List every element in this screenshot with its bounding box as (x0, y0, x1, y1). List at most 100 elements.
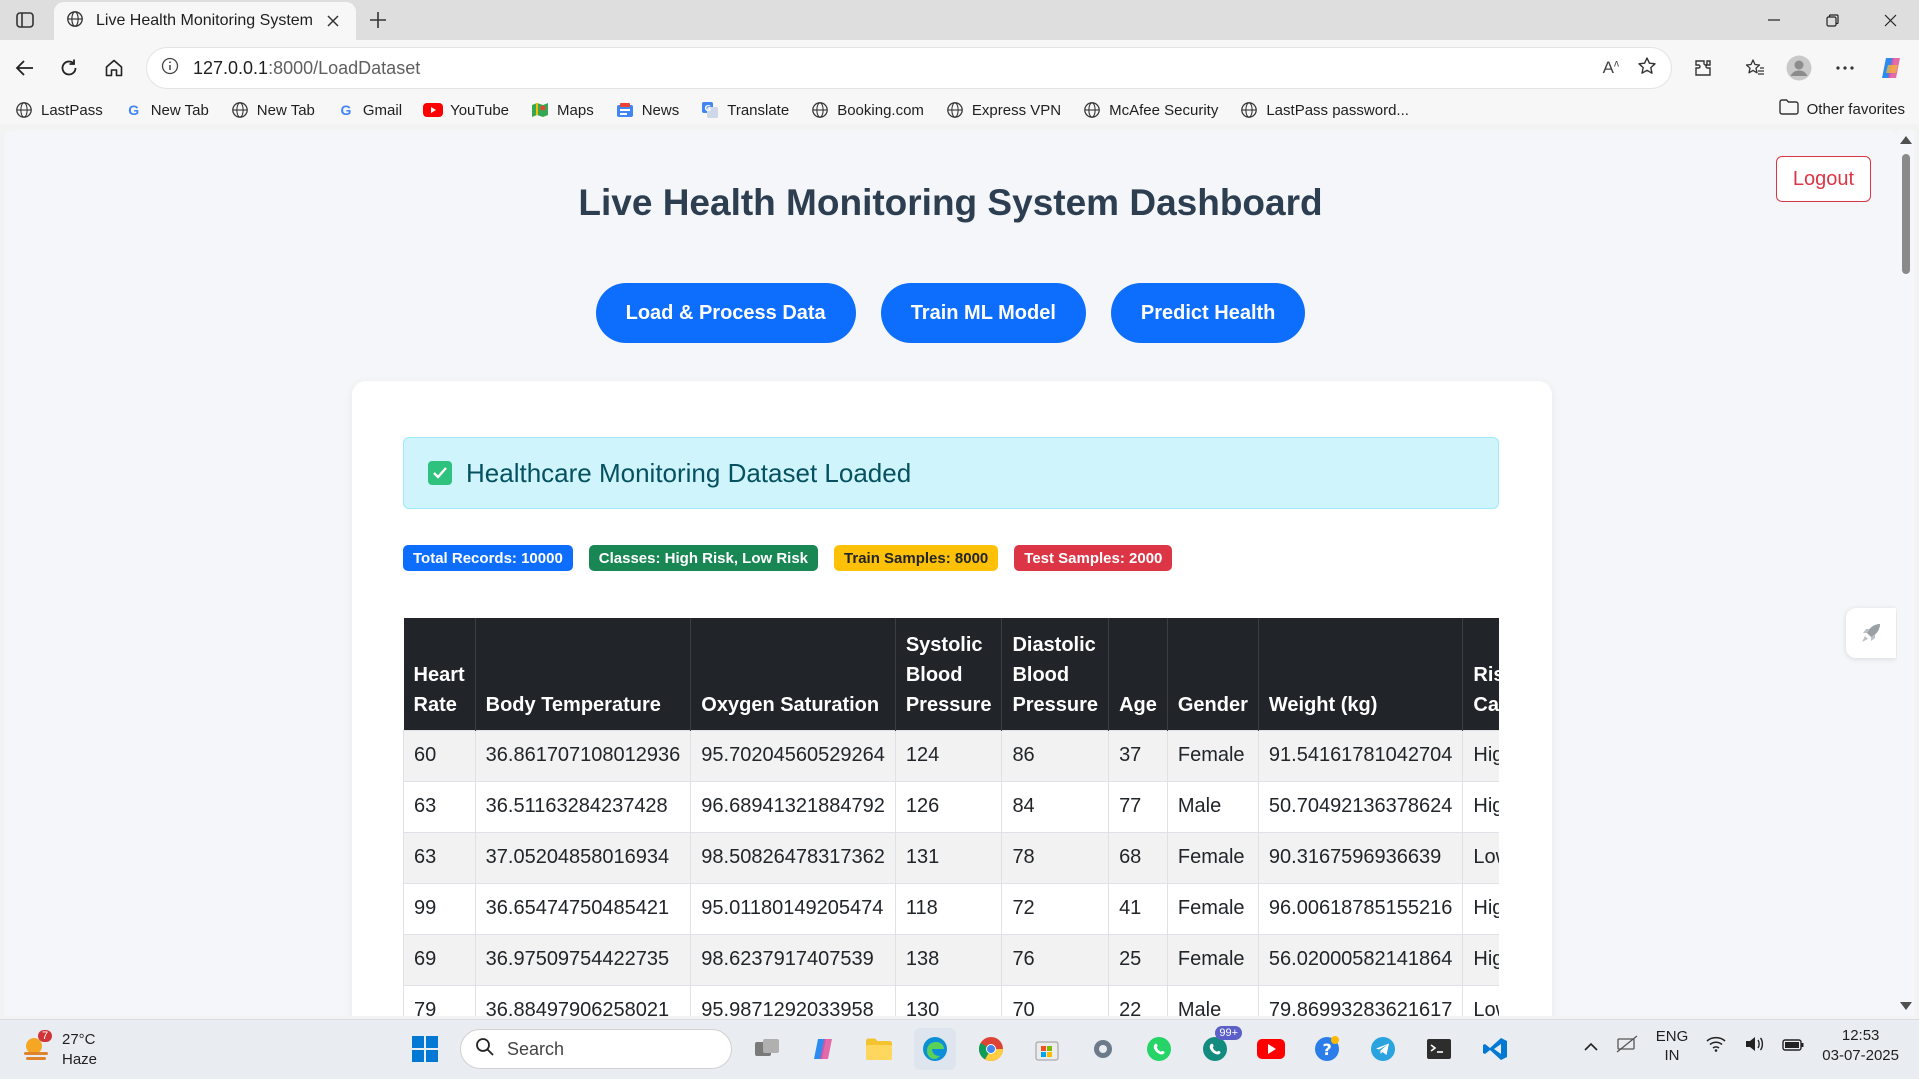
bookmark-youtube[interactable]: YouTube (423, 100, 509, 120)
bookmark-express-vpn[interactable]: Express VPN (945, 100, 1061, 120)
read-aloud-icon[interactable]: Aʌ (1603, 58, 1619, 78)
weather-widget[interactable]: 7 27°C Haze (20, 1030, 97, 1070)
bookmark-lastpass-password[interactable]: LastPass password... (1239, 100, 1409, 120)
task-view-icon[interactable] (746, 1028, 788, 1070)
search-placeholder: Search (507, 1038, 565, 1059)
bookmark-news[interactable]: News (615, 100, 679, 120)
windows-start-icon[interactable] (404, 1028, 446, 1070)
notification-badge: 99+ (1215, 1026, 1242, 1040)
telegram-icon[interactable] (1362, 1028, 1404, 1070)
microsoft-store-icon[interactable] (1026, 1028, 1068, 1070)
favorites-icon[interactable] (1738, 51, 1772, 85)
url-host: 127.0.0.1 (193, 57, 269, 78)
refresh-icon[interactable] (52, 51, 86, 85)
page-viewport: Logout Live Health Monitoring System Das… (4, 130, 1897, 1016)
bookmark-lastpass[interactable]: LastPass (14, 100, 103, 120)
bookmark-label: Maps (557, 101, 594, 119)
help-icon[interactable]: ? (1306, 1028, 1348, 1070)
column-header: Risk Category (1462, 618, 1499, 730)
table-row: 99 36.65474750485421 95.01180149205474 118 7… (403, 882, 1499, 935)
taskbar-search[interactable]: Search (460, 1029, 732, 1069)
back-icon[interactable] (8, 51, 42, 85)
weather-temp: 27°C (62, 1031, 96, 1048)
site-info-icon[interactable] (161, 57, 179, 80)
extensions-icon[interactable] (1686, 51, 1720, 85)
whatsapp-business-icon[interactable]: 99+ (1194, 1026, 1242, 1070)
more-menu-icon[interactable] (1828, 51, 1862, 85)
terminal-icon[interactable] (1418, 1028, 1460, 1070)
volume-icon[interactable] (1744, 1035, 1764, 1057)
minimize-icon[interactable] (1745, 0, 1803, 40)
folder-icon (1778, 99, 1799, 119)
load-process-data-button[interactable]: Load & Process Data (595, 283, 856, 343)
close-window-icon[interactable] (1861, 0, 1919, 40)
file-explorer-icon[interactable] (858, 1028, 900, 1070)
battery-icon[interactable] (1782, 1038, 1804, 1055)
table-row: 79 36.88497906258021 95.9871292033958 130 70… (403, 984, 1499, 1016)
profile-avatar-icon[interactable] (1782, 51, 1816, 85)
chrome-icon[interactable] (970, 1028, 1012, 1070)
bookmark-mcafee[interactable]: McAfee Security (1082, 100, 1218, 120)
table-cell: 36.861707108012936 (474, 729, 692, 782)
bookmark-booking[interactable]: Booking.com (810, 100, 924, 120)
train-ml-model-button[interactable]: Train ML Model (880, 283, 1086, 343)
table-cell: 91.54161781042704 (1257, 729, 1464, 782)
restore-icon[interactable] (1803, 0, 1861, 40)
system-tray: ENG IN 12:53 03-07-2025 (1584, 1026, 1899, 1066)
table-header-row: Heart Rate Body Temperature Oxygen Satur… (403, 618, 1499, 730)
chevron-up-icon[interactable] (1584, 1038, 1598, 1055)
tab-title: Live Health Monitoring System (96, 12, 313, 29)
column-header: Systolic Blood Pressure (895, 618, 1003, 730)
other-favorites[interactable]: Other favorites (1778, 99, 1905, 119)
rocket-widget-icon[interactable] (1846, 608, 1896, 658)
scroll-down-icon[interactable] (1900, 1002, 1912, 1010)
vscode-icon[interactable] (1474, 1028, 1516, 1070)
close-icon[interactable] (322, 10, 344, 32)
table-cell: 37 (1108, 729, 1168, 782)
whatsapp-icon[interactable] (1138, 1028, 1180, 1070)
table-cell: 96.68941321884792 (690, 780, 896, 833)
bookmark-new-tab-2[interactable]: New Tab (230, 100, 315, 120)
scrollbar-thumb[interactable] (1902, 154, 1910, 274)
favorite-star-icon[interactable] (1637, 56, 1657, 81)
network-offline-icon[interactable] (1616, 1035, 1638, 1057)
predict-health-button[interactable]: Predict Health (1110, 283, 1306, 343)
table-cell: Female (1166, 882, 1259, 935)
bookmark-translate[interactable]: G Translate (700, 100, 789, 120)
copilot-icon[interactable] (1874, 51, 1908, 85)
settings-gear-icon[interactable] (1082, 1028, 1124, 1070)
page-scrollbar[interactable] (1897, 130, 1915, 1016)
table-cell: 56.02000582141864 (1257, 933, 1464, 986)
table-cell: 36.97509754422735 (474, 933, 692, 986)
tab-actions-icon[interactable] (12, 8, 38, 32)
alert-text: Healthcare Monitoring Dataset Loaded (466, 457, 912, 488)
table-cell: 95.70204560529264 (690, 729, 896, 782)
table-cell: 37.05204858016934 (474, 831, 692, 884)
edge-browser-icon[interactable] (914, 1028, 956, 1070)
other-favorites-label: Other favorites (1806, 100, 1905, 118)
page-title: Live Health Monitoring System Dashboard (578, 182, 1323, 223)
dataset-table-container[interactable]: Heart Rate Body Temperature Oxygen Satur… (403, 618, 1499, 1016)
bookmark-maps[interactable]: Maps (530, 100, 594, 120)
bookmark-label: McAfee Security (1109, 101, 1219, 119)
language-indicator[interactable]: ENG IN (1656, 1027, 1689, 1065)
table-cell: Low Risk (1462, 984, 1499, 1016)
bookmark-gmail[interactable]: G Gmail (336, 100, 402, 120)
table-row: 69 36.97509754422735 98.6237917407539 138 76… (403, 933, 1499, 986)
bookmark-label: Booking.com (837, 101, 924, 119)
youtube-app-icon[interactable] (1250, 1028, 1292, 1070)
globe-icon (66, 10, 84, 33)
home-icon[interactable] (97, 51, 131, 85)
active-tab[interactable]: Live Health Monitoring System (54, 2, 356, 40)
scroll-up-icon[interactable] (1900, 136, 1912, 144)
new-tab-button[interactable] (364, 7, 392, 33)
classes-badge: Classes: High Risk, Low Risk (588, 545, 819, 571)
address-bar[interactable]: 127.0.0.1:8000/LoadDataset Aʌ (146, 47, 1672, 89)
table-cell: 63 (403, 780, 476, 833)
bookmark-new-tab[interactable]: G New Tab (124, 100, 209, 120)
clock[interactable]: 12:53 03-07-2025 (1822, 1026, 1899, 1066)
copilot-taskbar-icon[interactable] (802, 1028, 844, 1070)
bookmark-label: Gmail (362, 101, 403, 119)
tab-strip: Live Health Monitoring System (0, 0, 1919, 40)
wifi-icon[interactable] (1706, 1036, 1726, 1056)
